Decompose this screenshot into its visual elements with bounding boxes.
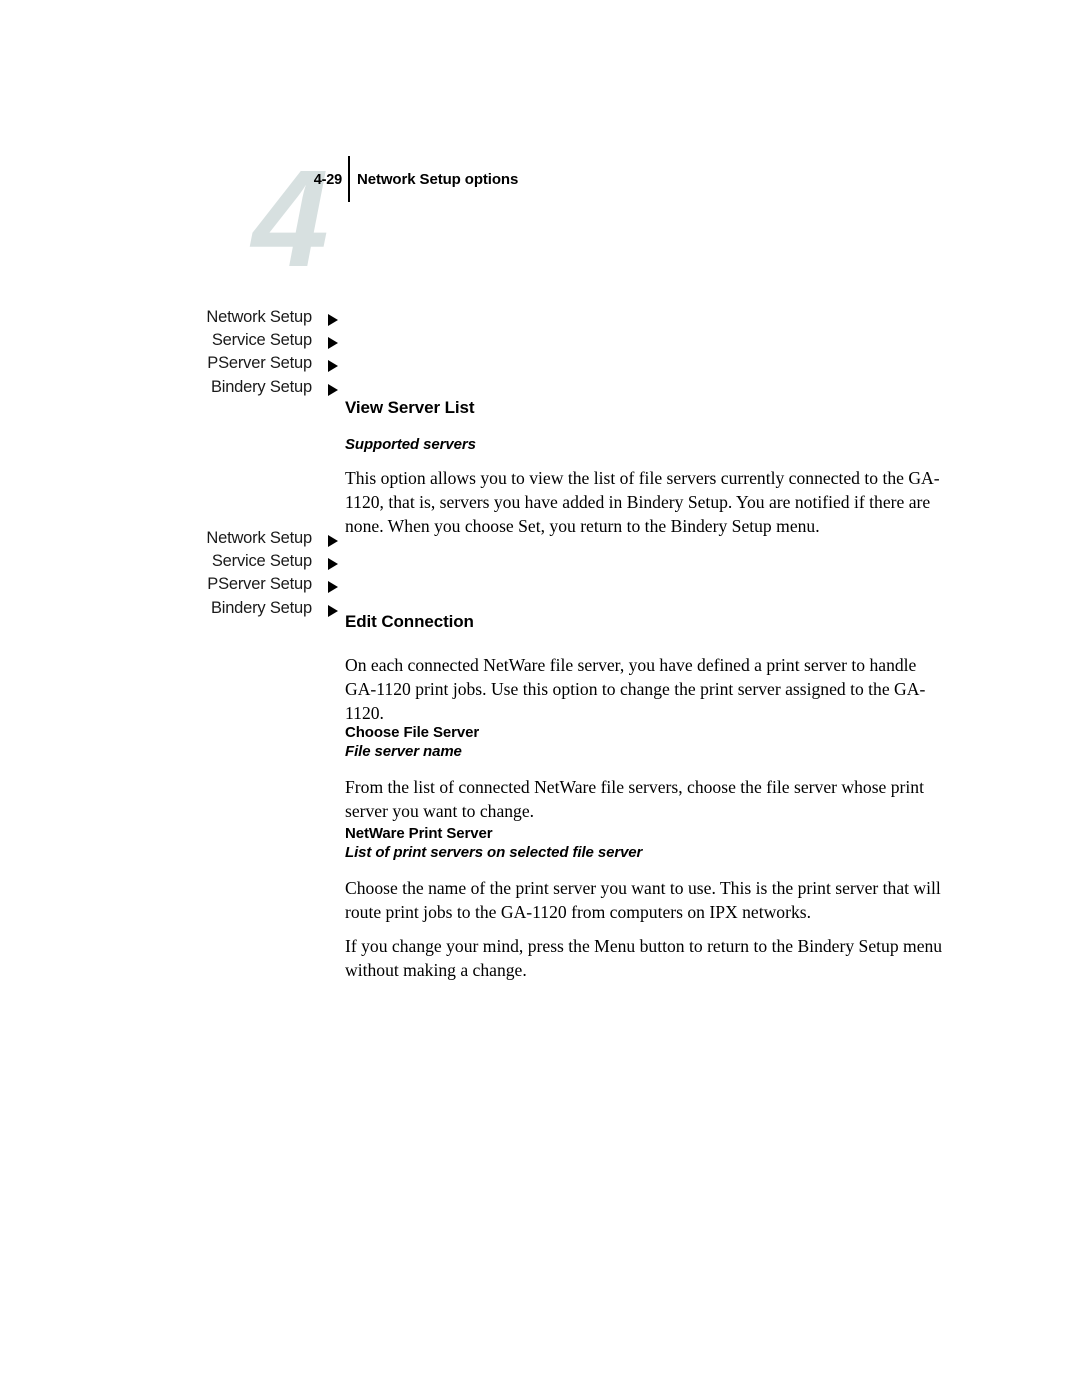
menu-path-item: Network Setup bbox=[120, 529, 345, 552]
triangle-right-icon bbox=[328, 360, 338, 373]
subsection-choose-file-server: Choose File Server File server name From… bbox=[345, 724, 945, 823]
section-heading-view-server-list: View Server List bbox=[345, 398, 475, 417]
menu-path-item: Bindery Setup bbox=[120, 378, 345, 401]
subheading-netware-print-server: NetWare Print Server bbox=[345, 825, 493, 842]
document-page: 4 4-29 Network Setup options Network Set… bbox=[0, 0, 1080, 1397]
paragraph-netware-print-server: Choose the name of the print server you … bbox=[345, 878, 941, 923]
header-divider-rule bbox=[348, 156, 350, 202]
subheading-supported-servers: Supported servers bbox=[345, 436, 476, 453]
menu-path-label: Network Setup bbox=[206, 529, 312, 547]
margin-menu-path-view-server-list: Network Setup Service Setup PServer Setu… bbox=[120, 308, 345, 401]
menu-path-label: Bindery Setup bbox=[210, 598, 312, 617]
section-edit-connection: Edit Connection On each connected NetWar… bbox=[345, 612, 945, 726]
menu-path-item: Service Setup bbox=[120, 331, 345, 354]
menu-path-item: Service Setup bbox=[120, 552, 345, 575]
subheading-choose-file-server: Choose File Server bbox=[345, 724, 480, 741]
menu-path-label: Network Setup bbox=[206, 308, 312, 326]
triangle-right-icon bbox=[328, 383, 338, 396]
menu-path-item: Bindery Setup bbox=[120, 599, 345, 622]
subheading-file-server-name: File server name bbox=[345, 743, 462, 760]
menu-path-label: Bindery Setup bbox=[210, 377, 312, 396]
paragraph-closing-note: If you change your mind, press the Menu … bbox=[345, 936, 943, 981]
closing-note: If you change your mind, press the Menu … bbox=[345, 934, 945, 982]
margin-menu-path-edit-connection: Network Setup Service Setup PServer Setu… bbox=[120, 529, 345, 622]
section-view-server-list: View Server List Supported servers This … bbox=[345, 398, 945, 539]
triangle-right-icon bbox=[328, 604, 338, 617]
subsection-netware-print-server: NetWare Print Server List of print serve… bbox=[345, 825, 945, 924]
menu-path-label: Service Setup bbox=[211, 552, 312, 571]
triangle-right-icon bbox=[328, 535, 338, 547]
menu-path-label: PServer Setup bbox=[207, 354, 312, 373]
triangle-right-icon bbox=[328, 314, 338, 326]
paragraph-view-server-list: This option allows you to view the list … bbox=[345, 468, 940, 537]
section-heading-edit-connection: Edit Connection bbox=[345, 612, 474, 631]
menu-path-item: PServer Setup bbox=[120, 575, 345, 598]
menu-path-item: Network Setup bbox=[120, 308, 345, 331]
triangle-right-icon bbox=[328, 337, 338, 350]
paragraph-choose-file-server: From the list of connected NetWare file … bbox=[345, 777, 924, 822]
triangle-right-icon bbox=[328, 581, 338, 594]
menu-path-label: Service Setup bbox=[211, 331, 312, 350]
paragraph-edit-connection: On each connected NetWare file server, y… bbox=[345, 655, 926, 724]
running-head-title: Network Setup options bbox=[357, 171, 519, 188]
menu-path-item: PServer Setup bbox=[120, 354, 345, 377]
subheading-list-of-print-servers: List of print servers on selected file s… bbox=[345, 844, 643, 861]
menu-path-label: PServer Setup bbox=[207, 575, 312, 594]
page-number: 4-29 bbox=[313, 172, 342, 188]
triangle-right-icon bbox=[328, 558, 338, 571]
page-header: 4-29 Network Setup options bbox=[0, 156, 1080, 202]
